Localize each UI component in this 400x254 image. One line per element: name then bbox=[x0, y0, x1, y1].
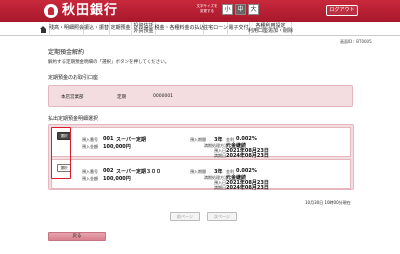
deposit-no-label: 預入番号 bbox=[82, 169, 98, 174]
account-type: 定期 bbox=[117, 95, 126, 100]
next-page-button[interactable]: 次ページ bbox=[207, 212, 237, 221]
font-size-label: 文字サイズを変更する bbox=[196, 4, 218, 13]
logout-button[interactable]: ログアウト bbox=[326, 5, 358, 16]
account-number: 0000001 bbox=[153, 94, 174, 99]
deposit-no-label: 預入番号 bbox=[82, 137, 98, 142]
period-value: 3年 bbox=[214, 137, 223, 143]
nav-settings[interactable]: 各種利用設定 利用口座追加・削除 bbox=[248, 22, 293, 36]
bank-logo-icon bbox=[44, 4, 58, 18]
maturity-date-value: 2024年08月23日 bbox=[226, 153, 269, 159]
amount-value: 100,000円 bbox=[103, 144, 131, 150]
nav-transfer[interactable]: 振込・振替 bbox=[84, 22, 110, 36]
nav-investment[interactable]: 投資信託 外貨預金 bbox=[132, 22, 156, 36]
deposit-list: 選択 預入番号 001 スーパー定期 預入金額 100,000円 預入期間 3年… bbox=[48, 124, 354, 191]
font-size-large-button[interactable]: 大 bbox=[248, 4, 259, 15]
account-section-title: 定期預金のお取引口座 bbox=[48, 75, 99, 81]
select-buttons-highlight bbox=[51, 127, 71, 179]
font-size-small-button[interactable]: 小 bbox=[222, 4, 233, 15]
amount-label: 預入金額 bbox=[82, 176, 98, 181]
header-bar: 秋田銀行 文字サイズを変更する 小 中 大 ログアウト bbox=[0, 0, 400, 22]
nav-e-delivery[interactable]: 電子交付 bbox=[228, 22, 250, 36]
deposit-name: スーパー定期 bbox=[116, 137, 146, 143]
nav-tax-payment[interactable]: 税金・各種料金の払込 bbox=[155, 22, 205, 36]
font-size-medium-button[interactable]: 中 bbox=[235, 4, 246, 15]
maturity-date-label: 満期日 bbox=[214, 185, 226, 190]
page-title: 定期預金解約 bbox=[48, 49, 85, 56]
global-nav: 残高・明細照会 振込・振替 定期預金 投資信託 外貨預金 税金・各種料金の払込 … bbox=[0, 22, 400, 36]
back-button[interactable]: 戻る bbox=[48, 232, 106, 241]
page-description: 解約する定期預金明細の「選択」ボタンを押してください。 bbox=[48, 60, 170, 65]
maturity-date-value: 2024年08月23日 bbox=[226, 185, 269, 191]
deposit-name: スーパー定期３００ bbox=[116, 169, 161, 175]
home-icon bbox=[40, 25, 47, 33]
deposit-row: 選択 預入番号 001 スーパー定期 預入金額 100,000円 預入期間 3年… bbox=[51, 127, 351, 159]
amount-value: 100,000円 bbox=[103, 176, 131, 182]
deposit-no-value: 001 bbox=[103, 136, 114, 142]
list-section-title: 払出定期預金明細選択 bbox=[48, 116, 99, 122]
font-size-buttons: 小 中 大 bbox=[222, 4, 259, 15]
as-of-timestamp: 10月30日 10時00分現在 bbox=[305, 200, 351, 205]
nav-balance-inquiry[interactable]: 残高・明細照会 bbox=[49, 22, 84, 36]
period-value: 3年 bbox=[214, 169, 223, 175]
prev-page-button[interactable]: 前ページ bbox=[170, 212, 200, 221]
screen-id: 画面ID：BT0005 bbox=[340, 39, 372, 44]
bank-logo[interactable]: 秋田銀行 bbox=[44, 3, 118, 19]
nav-housing-loan[interactable]: 住宅ローン bbox=[203, 22, 228, 36]
deposit-row: 選択 預入番号 002 スーパー定期３００ 預入金額 100,000円 預入期間… bbox=[51, 159, 351, 191]
account-branch: 本店営業部 bbox=[61, 95, 84, 100]
nav-time-deposit[interactable]: 定期預金 bbox=[110, 22, 132, 36]
account-box: 本店営業部 定期 0000001 bbox=[48, 85, 353, 107]
amount-label: 預入金額 bbox=[82, 144, 98, 149]
bank-logo-text: 秋田銀行 bbox=[62, 3, 119, 18]
deposit-no-value: 002 bbox=[103, 168, 114, 174]
